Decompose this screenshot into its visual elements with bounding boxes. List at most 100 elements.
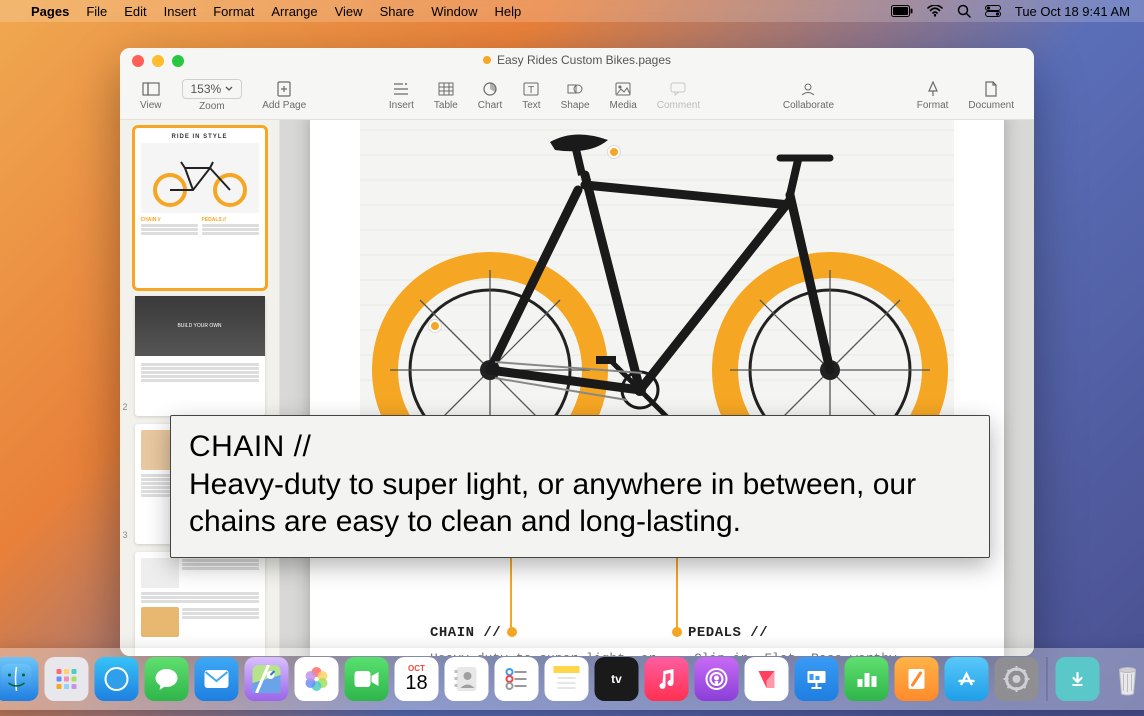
tb-insert-label: Insert <box>389 100 414 111</box>
tb-add-page[interactable]: Add Page <box>252 72 316 119</box>
dock-trash[interactable] <box>1106 657 1144 701</box>
close-button[interactable] <box>132 55 144 67</box>
menu-format[interactable]: Format <box>213 4 254 19</box>
tb-zoom-label: Zoom <box>199 101 225 112</box>
tb-view[interactable]: View <box>130 72 172 119</box>
shape-icon <box>567 80 583 98</box>
tb-media[interactable]: Media <box>600 72 647 119</box>
chain-heading[interactable]: CHAIN // <box>430 625 523 641</box>
page-num-2: 2 <box>123 402 128 412</box>
tb-chart[interactable]: Chart <box>468 72 512 119</box>
insert-icon <box>393 80 409 98</box>
dock-contacts[interactable] <box>445 657 489 701</box>
tb-add-page-label: Add Page <box>262 100 306 111</box>
dock-appstore[interactable] <box>945 657 989 701</box>
dock-finder[interactable] <box>0 657 39 701</box>
pages-window: Easy Rides Custom Bikes.pages View 153% … <box>120 48 1034 656</box>
tb-document[interactable]: Document <box>958 72 1024 119</box>
text-icon: T <box>523 80 539 98</box>
dock-notes[interactable] <box>545 657 589 701</box>
tb-media-label: Media <box>610 100 637 111</box>
battery-icon[interactable] <box>891 5 913 17</box>
menu-arrange[interactable]: Arrange <box>271 4 317 19</box>
svg-text:T: T <box>528 85 534 96</box>
callout-wheel[interactable] <box>429 320 441 332</box>
dock-tv[interactable]: tv <box>595 657 639 701</box>
menu-window[interactable]: Window <box>431 4 477 19</box>
maximize-button[interactable] <box>172 55 184 67</box>
thumb1-image <box>141 143 259 213</box>
dock-numbers[interactable] <box>845 657 889 701</box>
tb-view-label: View <box>140 100 162 111</box>
dock-separator <box>1047 657 1048 701</box>
dock-safari[interactable] <box>95 657 139 701</box>
tb-comment: Comment <box>647 72 710 119</box>
page-num-3: 3 <box>123 530 128 540</box>
menu-share[interactable]: Share <box>380 4 415 19</box>
thumbnail-page-1[interactable]: RIDE IN STYLE CHAIN // PEDALS // <box>135 128 265 288</box>
page[interactable]: CHAIN // Heavy-duty to super light, or a… <box>310 120 1004 656</box>
dock-launchpad[interactable] <box>45 657 89 701</box>
menubar: Pages File Edit Insert Format Arrange Vi… <box>0 0 1144 22</box>
dock-maps[interactable] <box>245 657 289 701</box>
menu-file[interactable]: File <box>86 4 107 19</box>
dock-settings[interactable] <box>995 657 1039 701</box>
tb-document-label: Document <box>968 100 1014 111</box>
wifi-icon[interactable] <box>927 5 943 17</box>
document-title: Easy Rides Custom Bikes.pages <box>497 53 671 67</box>
dock-mail[interactable] <box>195 657 239 701</box>
tb-format[interactable]: Format <box>907 72 959 119</box>
hover-title: CHAIN // <box>189 428 971 466</box>
minimize-button[interactable] <box>152 55 164 67</box>
tb-collaborate-label: Collaborate <box>783 100 834 111</box>
menu-insert[interactable]: Insert <box>164 4 197 19</box>
dock-messages[interactable] <box>145 657 189 701</box>
clock[interactable]: Tue Oct 18 9:41 AM <box>1015 4 1130 19</box>
pedals-heading[interactable]: PEDALS // <box>694 625 768 641</box>
toolbar: View 153% Zoom Add Page Insert Table Cha… <box>120 72 1034 120</box>
search-icon[interactable] <box>957 4 971 18</box>
dock-downloads[interactable] <box>1056 657 1100 701</box>
document-canvas[interactable]: CHAIN // Heavy-duty to super light, or a… <box>280 120 1034 656</box>
tb-zoom[interactable]: 153% Zoom <box>172 72 253 119</box>
menu-edit[interactable]: Edit <box>124 4 146 19</box>
tb-table[interactable]: Table <box>424 72 468 119</box>
window-controls <box>132 55 184 67</box>
thumbnail-page-4[interactable]: 4 <box>135 552 265 656</box>
dock-photos[interactable] <box>295 657 339 701</box>
tb-insert[interactable]: Insert <box>379 72 424 119</box>
zoom-value[interactable]: 153% <box>182 79 243 99</box>
add-page-icon <box>277 80 291 98</box>
dock-music[interactable] <box>645 657 689 701</box>
dock-facetime[interactable] <box>345 657 389 701</box>
dock-news[interactable] <box>745 657 789 701</box>
hover-body: Heavy-duty to super light, or anywhere i… <box>189 466 971 541</box>
tb-collaborate[interactable]: Collaborate <box>773 72 844 119</box>
tb-comment-label: Comment <box>657 100 700 111</box>
callout-seat[interactable] <box>608 146 620 158</box>
page-thumbnails-sidebar[interactable]: RIDE IN STYLE CHAIN // PEDALS // 2 BUILD… <box>120 120 280 656</box>
dock: OCT18 tv <box>0 648 1144 710</box>
tb-format-label: Format <box>917 100 949 111</box>
dock-podcasts[interactable] <box>695 657 739 701</box>
thumb2-image: BUILD YOUR OWN <box>135 296 265 356</box>
comment-icon <box>670 80 686 98</box>
titlebar[interactable]: Easy Rides Custom Bikes.pages <box>120 48 1034 72</box>
document-icon <box>985 80 997 98</box>
view-icon <box>142 80 160 98</box>
control-center-icon[interactable] <box>985 5 1001 17</box>
tb-text[interactable]: T Text <box>512 72 550 119</box>
app-menu[interactable]: Pages <box>31 4 69 19</box>
tb-shape[interactable]: Shape <box>551 72 600 119</box>
table-icon <box>438 80 454 98</box>
dock-pages[interactable] <box>895 657 939 701</box>
menu-help[interactable]: Help <box>495 4 522 19</box>
menu-view[interactable]: View <box>335 4 363 19</box>
dock-keynote[interactable] <box>795 657 839 701</box>
tb-text-label: Text <box>522 100 540 111</box>
dock-reminders[interactable] <box>495 657 539 701</box>
dock-calendar[interactable]: OCT18 <box>395 657 439 701</box>
thumbnail-page-2[interactable]: 2 BUILD YOUR OWN <box>135 296 265 416</box>
chart-icon <box>482 80 498 98</box>
tb-table-label: Table <box>434 100 458 111</box>
